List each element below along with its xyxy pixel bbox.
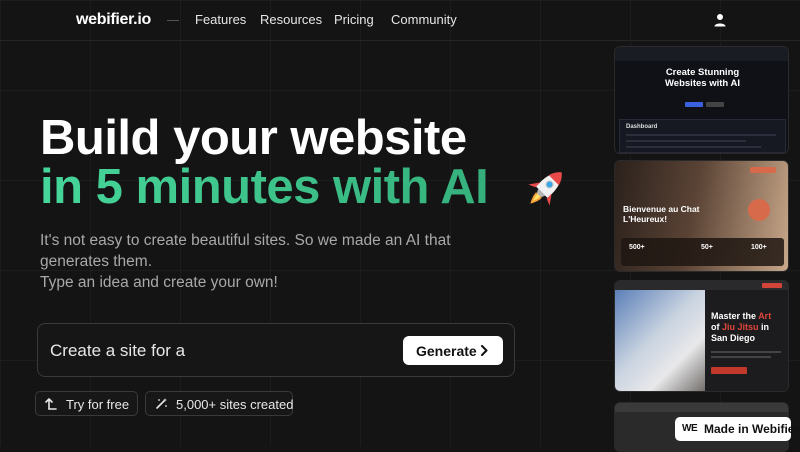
hero-subtitle-line-1: It's not easy to create beautiful sites.… <box>40 232 451 270</box>
thumb-navbar <box>615 47 788 61</box>
try-free-label: Try for free <box>66 397 130 412</box>
thumb-cta <box>685 102 703 107</box>
hero-title-line-2: in 5 minutes with AI <box>40 160 489 214</box>
made-in-webifier-badge[interactable]: WE Made in Webifier <box>675 417 799 441</box>
nav-link-pricing[interactable]: Pricing <box>334 12 374 27</box>
chevron-right-icon <box>481 345 488 356</box>
hero-subtitle: It's not easy to create beautiful sites.… <box>40 230 480 293</box>
hero-title-line-1: Build your website <box>40 111 467 165</box>
thumb-2-circle-badge <box>748 199 770 221</box>
try-free-button[interactable]: Try for free <box>35 391 138 416</box>
nav-link-features[interactable]: Features <box>195 12 246 27</box>
showcase-thumbnail-dashboard[interactable]: Create Stunning Websites with AI Dashboa… <box>614 46 789 154</box>
made-in-label: Made in Webifier <box>704 422 800 436</box>
rocket-icon <box>528 172 562 206</box>
top-nav: webifier.io Features Resources Pricing C… <box>0 0 800 41</box>
showcase-thumbnail-jiu-jitsu[interactable]: Master the Art of Jiu Jitsu in San Diego <box>614 280 789 392</box>
user-icon[interactable] <box>713 13 727 27</box>
webifier-logo-icon: WE <box>682 423 698 434</box>
prompt-input[interactable] <box>50 341 390 361</box>
sites-created-label: 5,000+ sites created <box>176 397 294 412</box>
nav-link-resources[interactable]: Resources <box>260 12 322 27</box>
arrow-up-turn-icon <box>45 398 57 410</box>
thumb-2-heading: Bienvenue au Chat L'Heureux! <box>623 204 700 224</box>
hero-subtitle-line-2: Type an idea and create your own! <box>40 274 278 291</box>
thumb-dashboard-panel: Dashboard <box>619 119 786 153</box>
sites-created-badge: 5,000+ sites created <box>145 391 293 416</box>
prompt-box: Generate <box>37 323 515 377</box>
logo[interactable]: webifier.io <box>76 11 151 29</box>
showcase-thumbnail-cafe[interactable]: Bienvenue au Chat L'Heureux! 500+ 50+ 10… <box>614 160 789 272</box>
thumb-1-heading: Create Stunning Websites with AI <box>665 67 740 89</box>
thumb-3-heading: Master the Art of Jiu Jitsu in San Diego <box>711 311 772 343</box>
thumb-2-stats: 500+ 50+ 100+ <box>621 238 784 266</box>
thumb-cta-secondary <box>706 102 724 107</box>
magic-wand-icon <box>156 398 167 409</box>
nav-divider <box>167 20 179 21</box>
generate-label: Generate <box>416 343 477 359</box>
thumb-3-photo <box>615 290 705 391</box>
generate-button[interactable]: Generate <box>403 336 503 365</box>
thumb-3-cta <box>711 367 747 374</box>
nav-link-community[interactable]: Community <box>391 12 457 27</box>
thumb-2-nav-btn <box>750 167 776 173</box>
